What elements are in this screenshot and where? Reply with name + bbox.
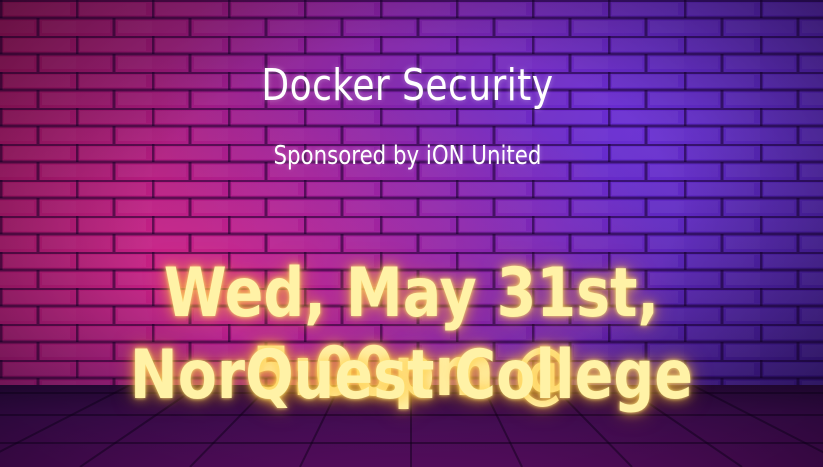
event-venue: NorQuest College [129,336,693,415]
poster-title: Docker Security [261,60,554,111]
sponsor-line: Sponsored by iON United [273,141,542,171]
event-poster: Docker Security Sponsored by iON United … [0,0,823,467]
